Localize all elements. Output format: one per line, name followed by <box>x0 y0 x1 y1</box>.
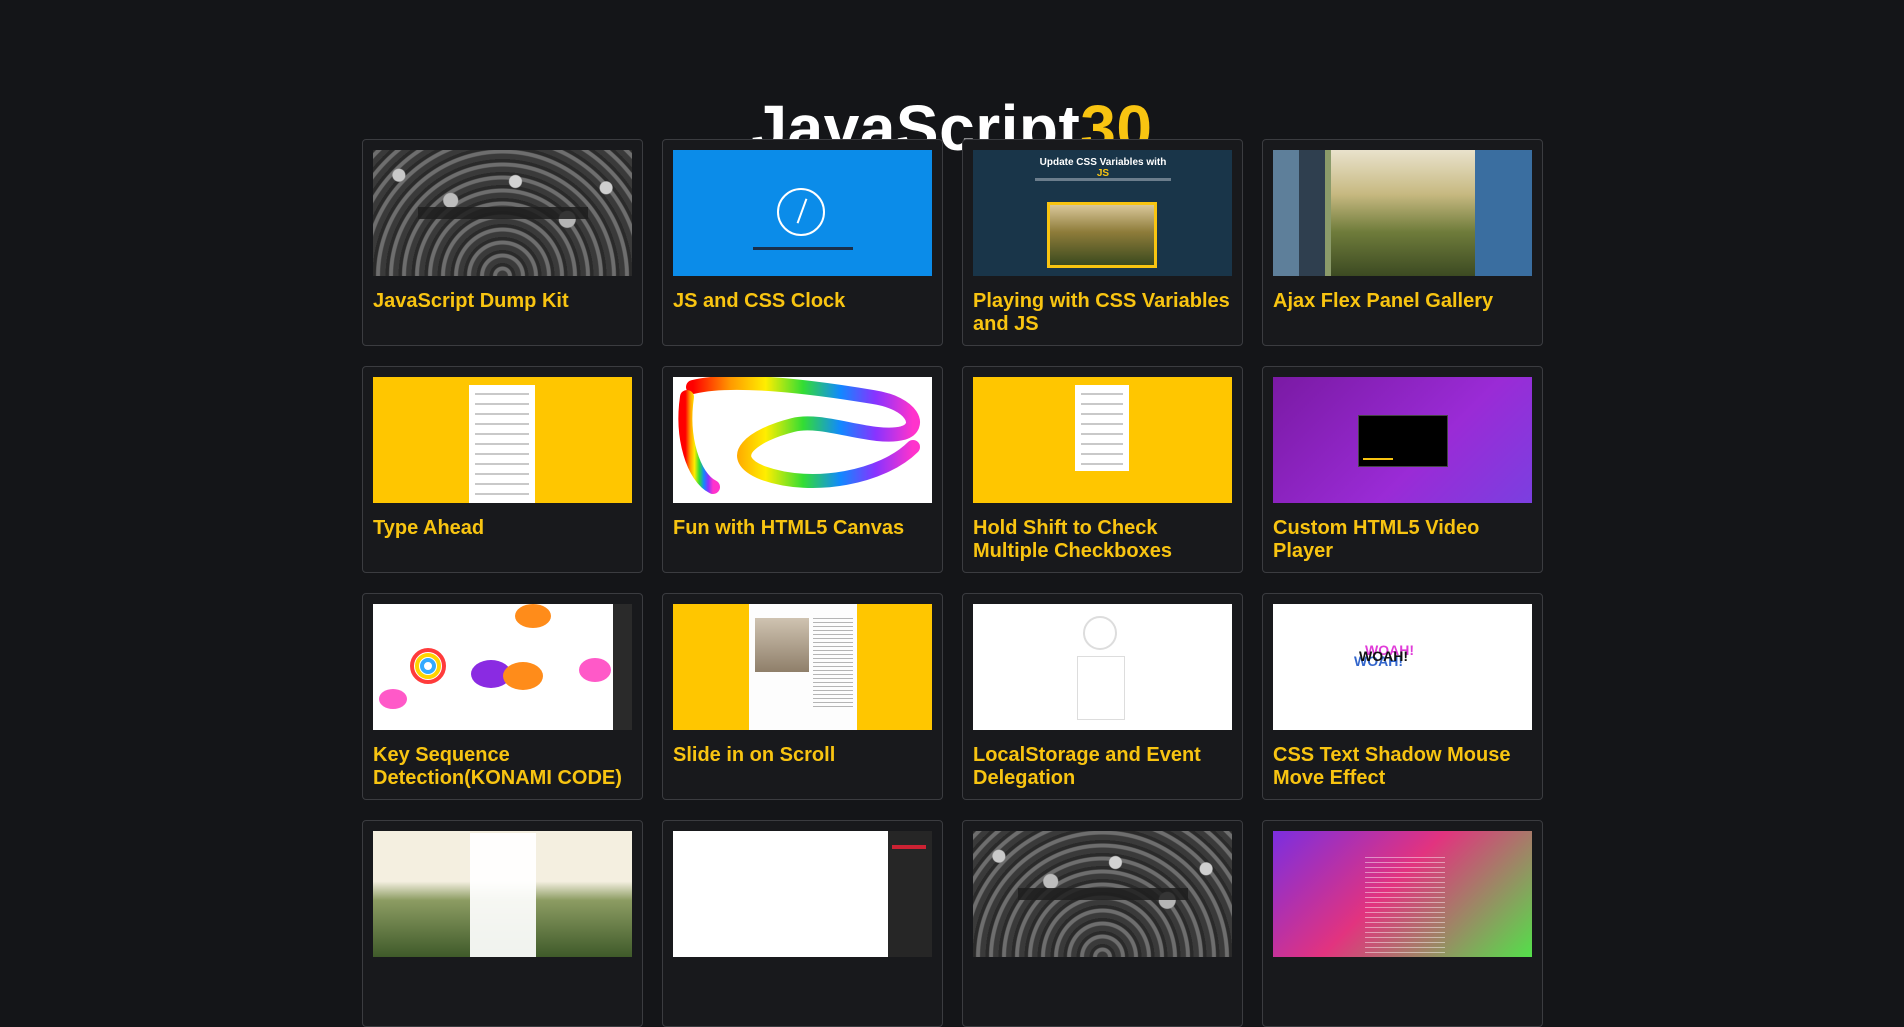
thumbnail-heading: Update CSS Variables with JS <box>1033 157 1173 179</box>
project-card-clock[interactable]: JS and CSS Clock <box>662 139 943 346</box>
video-player-preview <box>1358 415 1448 467</box>
project-thumbnail <box>373 831 632 957</box>
project-title: Key Sequence Detection(KONAMI CODE) <box>373 744 622 789</box>
project-card-row4-1[interactable] <box>362 820 643 1027</box>
project-card-row4-3[interactable] <box>962 820 1243 1027</box>
unicorn-stickers <box>379 604 632 730</box>
project-card-type-ahead[interactable]: Type Ahead <box>362 366 643 573</box>
project-thumbnail <box>1273 150 1532 276</box>
project-title: LocalStorage and Event Delegation <box>973 744 1201 789</box>
project-card-video-player[interactable]: Custom HTML5 Video Player <box>1262 366 1543 573</box>
project-card-slide-in[interactable]: Slide in on Scroll <box>662 593 943 800</box>
clock-icon <box>777 188 825 236</box>
project-card-text-shadow[interactable]: WOAH! CSS Text Shadow Mouse Move Effect <box>1262 593 1543 800</box>
project-thumbnail <box>973 604 1232 730</box>
project-thumbnail <box>373 604 632 730</box>
project-title: Hold Shift to Check Multiple Checkboxes <box>973 517 1172 562</box>
project-thumbnail: Update CSS Variables with JS <box>973 150 1232 276</box>
project-title: JavaScript Dump Kit <box>373 290 569 312</box>
project-thumbnail <box>673 831 932 957</box>
project-title: CSS Text Shadow Mouse Move Effect <box>1273 744 1511 789</box>
project-thumbnail <box>673 150 932 276</box>
project-card-row4-2[interactable] <box>662 820 943 1027</box>
project-grid: JavaScript Dump Kit JS and CSS Clock Upd… <box>362 139 1543 1027</box>
project-thumbnail <box>673 377 932 503</box>
rainbow-stroke-drawing <box>678 377 920 494</box>
project-title: Playing with CSS Variables and JS <box>973 290 1230 335</box>
project-title: Slide in on Scroll <box>673 744 836 766</box>
project-card-css-variables[interactable]: Update CSS Variables with JS Playing wit… <box>962 139 1243 346</box>
project-thumbnail <box>1273 831 1532 957</box>
project-title: Ajax Flex Panel Gallery <box>1273 290 1494 312</box>
woah-text: WOAH! <box>1359 648 1408 664</box>
project-title: Type Ahead <box>373 517 485 539</box>
project-title: Fun with HTML5 Canvas <box>673 517 905 539</box>
project-thumbnail: WOAH! <box>1273 604 1532 730</box>
project-card-row4-4[interactable] <box>1262 820 1543 1027</box>
project-card-checkboxes[interactable]: Hold Shift to Check Multiple Checkboxes <box>962 366 1243 573</box>
project-title: Custom HTML5 Video Player <box>1273 517 1480 562</box>
project-title: JS and CSS Clock <box>673 290 846 312</box>
project-card-canvas[interactable]: Fun with HTML5 Canvas <box>662 366 943 573</box>
project-card-local-storage[interactable]: LocalStorage and Event Delegation <box>962 593 1243 800</box>
project-thumbnail <box>673 604 932 730</box>
project-thumbnail <box>973 377 1232 503</box>
project-card-drum-kit[interactable]: JavaScript Dump Kit <box>362 139 643 346</box>
project-thumbnail <box>973 831 1232 957</box>
project-thumbnail <box>1273 377 1532 503</box>
thumb-heading-main: Update CSS Variables with <box>1039 157 1167 168</box>
project-thumbnail <box>373 150 632 276</box>
project-card-konami[interactable]: Key Sequence Detection(KONAMI CODE) <box>362 593 643 800</box>
project-thumbnail <box>373 377 632 503</box>
project-card-flex-panels[interactable]: Ajax Flex Panel Gallery <box>1262 139 1543 346</box>
